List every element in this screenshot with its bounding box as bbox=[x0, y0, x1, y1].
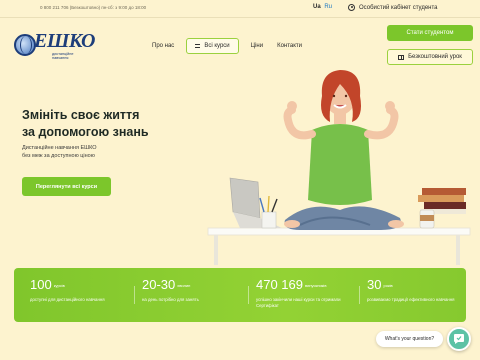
stat-value: 30 bbox=[367, 277, 382, 292]
stat-desc: на день потрібно для занять bbox=[142, 297, 199, 303]
student-cabinet-label: Особистий кабінет студента bbox=[359, 4, 438, 11]
user-icon bbox=[348, 4, 355, 11]
nav-all-courses-button[interactable]: Всі курси bbox=[186, 38, 239, 54]
become-student-button[interactable]: Стати студентом bbox=[387, 25, 473, 41]
stat-value: 20-30 bbox=[142, 277, 176, 292]
nav-contacts[interactable]: Контакти bbox=[277, 43, 302, 49]
stat-unit: випускників bbox=[305, 283, 327, 289]
nav-prices[interactable]: Ціни bbox=[251, 43, 263, 49]
stat-divider bbox=[359, 286, 360, 304]
stat-desc: доступні для дистанційного навчання bbox=[30, 297, 105, 303]
menu-icon bbox=[195, 44, 201, 48]
phone-info[interactable]: 0 800 211 706 (Безкоштовно) пн-сб: з 9:0… bbox=[40, 5, 146, 10]
hero-title-line1: Змініть своє життя bbox=[22, 108, 140, 122]
stat-value: 470 169 bbox=[256, 277, 303, 292]
stat-desc: розвиваємо традиції ефективного навчання bbox=[367, 297, 455, 303]
hero-title: Змініть своє життя за допомогою знань bbox=[22, 107, 149, 141]
stat-unit: років bbox=[383, 283, 393, 289]
stat-minutes: 20-30 хвилин на день потрібно для занять bbox=[142, 277, 238, 303]
stat-years: 30 років розвиваємо традиції ефективного … bbox=[367, 277, 463, 303]
stats-bar: 100 курсів доступні для дистанційного нав… bbox=[14, 268, 466, 322]
coffee-cup-icon bbox=[419, 209, 435, 229]
globe-icon bbox=[14, 34, 36, 56]
view-all-courses-button[interactable]: Переглянути всі курси bbox=[22, 177, 111, 196]
hero-subtitle: Дистанційне навчання ЕШКО без меж за дос… bbox=[22, 144, 97, 160]
logo-word: ЕШКО bbox=[34, 30, 95, 52]
hero-title-line2: за допомогою знань bbox=[22, 125, 149, 139]
lang-ru[interactable]: Ru bbox=[324, 4, 332, 10]
hero-sub-line1: Дистанційне навчання ЕШКО bbox=[22, 145, 97, 151]
nav-courses-label: Всі курси bbox=[204, 43, 230, 49]
stat-divider bbox=[248, 286, 249, 304]
gift-icon bbox=[398, 54, 405, 60]
stat-divider bbox=[134, 286, 135, 304]
lang-ua[interactable]: Ua bbox=[313, 4, 321, 10]
pencil-cup-icon bbox=[259, 195, 278, 229]
logo[interactable]: ЕШКО дистанційне навчання bbox=[14, 28, 95, 62]
logo-subtitle: дистанційне навчання bbox=[52, 52, 74, 60]
language-switcher: Ua Ru bbox=[313, 4, 332, 10]
stat-courses: 100 курсів доступні для дистанційного нав… bbox=[30, 277, 126, 303]
chat-icon bbox=[454, 334, 464, 344]
top-bar: 0 800 211 706 (Безкоштовно) пн-сб: з 9:0… bbox=[0, 0, 480, 18]
chat-bubble[interactable]: What's your question? bbox=[376, 331, 443, 347]
stat-value: 100 bbox=[30, 277, 52, 292]
stat-unit: курсів bbox=[53, 283, 65, 289]
hero-illustration bbox=[207, 70, 471, 265]
chat-button[interactable] bbox=[447, 327, 471, 351]
stat-unit: хвилин bbox=[177, 283, 191, 289]
main-nav: Про нас Всі курси Ціни Контакти bbox=[152, 38, 302, 54]
stat-desc: успішно закінчили наші курси та отримали… bbox=[256, 297, 341, 309]
stat-graduates: 470 169 випускників успішно закінчили наш… bbox=[256, 277, 352, 309]
student-cabinet-link[interactable]: Особистий кабінет студента bbox=[348, 4, 438, 11]
nav-about[interactable]: Про нас bbox=[152, 43, 174, 49]
hero-sub-line2: без меж за доступною ціною bbox=[22, 153, 95, 159]
